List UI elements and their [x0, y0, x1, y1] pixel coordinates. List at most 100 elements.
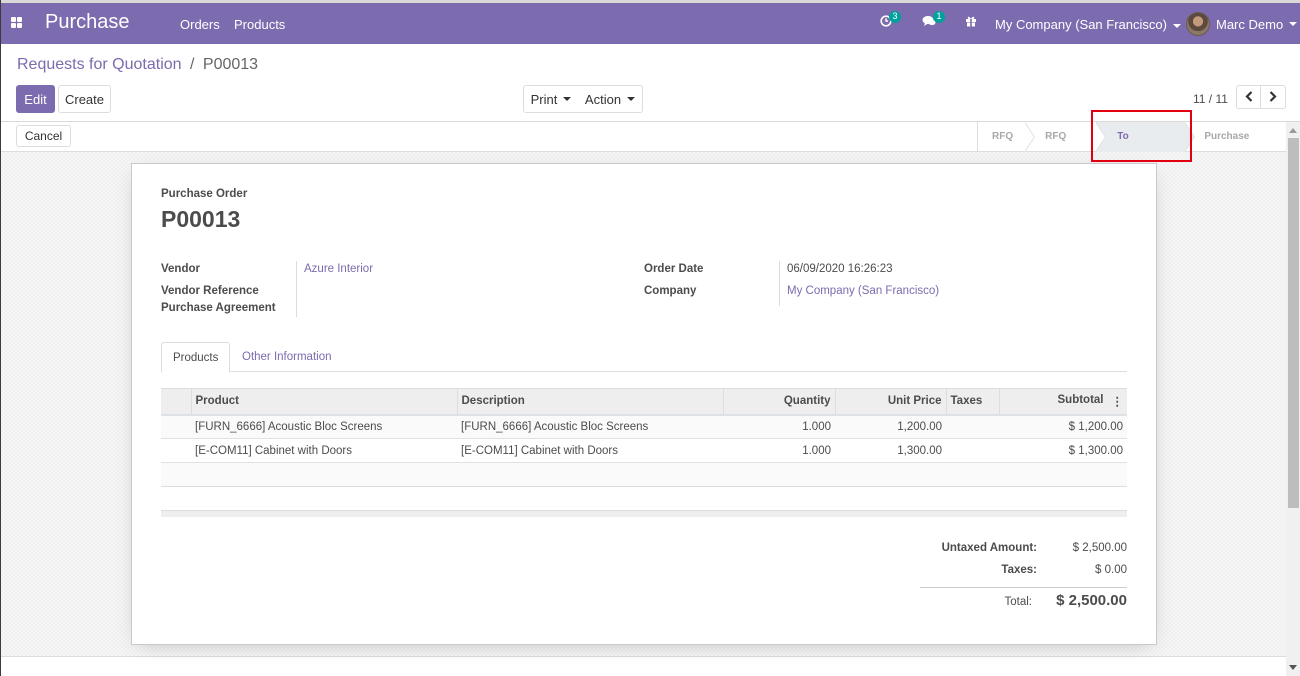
caret-down-icon [1289, 22, 1298, 26]
gift-button[interactable] [965, 14, 977, 30]
cell-unit-price: 1,200.00 [835, 414, 946, 439]
cell-product: [FURN_6666] Acoustic Bloc Screens [191, 414, 457, 439]
caret-down-icon [1172, 23, 1181, 28]
pager-value[interactable]: 11 / 11 [1193, 92, 1228, 106]
totals-divider [920, 587, 1127, 588]
empty-cell [161, 462, 1127, 487]
pager-previous-button[interactable] [1236, 85, 1261, 109]
order-lines-table: Product Description Quantity Unit Price … [161, 388, 1127, 487]
cell-quantity: 1.000 [723, 414, 835, 439]
column-header-description[interactable]: Description [456, 388, 723, 416]
field-separator [296, 261, 297, 317]
messages-badge: 1 [933, 11, 945, 23]
company-switcher[interactable]: My Company (San Francisco) [995, 17, 1181, 32]
vendor-label: Vendor [161, 263, 200, 275]
column-header-taxes[interactable]: Taxes [945, 388, 999, 416]
print-dropdown[interactable]: Print [523, 85, 579, 113]
taxes-row: Taxes: $ 0.00 [920, 564, 1127, 586]
tab-products[interactable]: Products [161, 342, 231, 373]
edit-button[interactable]: Edit [16, 85, 55, 113]
table-header-row: Product Description Quantity Unit Price … [161, 388, 1127, 416]
order-date-label: Order Date [644, 263, 704, 275]
breadcrumb-parent[interactable]: Requests for Quotation [17, 56, 182, 73]
action-label: Action [584, 91, 622, 107]
cell-unit-price: 1,300.00 [835, 438, 946, 463]
table-row[interactable]: [E-COM11] Cabinet with Doors [E-COM11] C… [161, 438, 1127, 463]
breadcrumb: Requests for Quotation / P00013 [17, 56, 258, 74]
optional-columns-icon[interactable]: ⋮ [1112, 394, 1124, 408]
purchase-agreement-label: Purchase Agreement [161, 302, 276, 314]
field-separator [779, 261, 780, 306]
activity-badge: 3 [889, 11, 901, 23]
menu-products[interactable]: Products [234, 17, 285, 32]
messages-button[interactable]: 1 [922, 11, 945, 30]
column-header-subtotal[interactable]: Subtotal ⋮ [998, 388, 1127, 416]
notebook-tabs: Products Other Information [161, 342, 1127, 373]
row-handle [161, 438, 191, 463]
action-dropdown[interactable]: Action [578, 85, 643, 113]
breadcrumb-current: P00013 [202, 56, 259, 73]
form-sheet: Purchase Order P00013 Vendor Azure Inter… [131, 163, 1157, 645]
vendor-link[interactable]: Azure Interior [304, 263, 373, 275]
table-row[interactable]: [FURN_6666] Acoustic Bloc Screens [FURN_… [161, 414, 1127, 439]
cell-description: [E-COM11] Cabinet with Doors [457, 438, 723, 463]
form-view: Purchase Order P00013 Vendor Azure Inter… [1, 152, 1286, 657]
print-label: Print [530, 91, 558, 107]
pager-next-button[interactable] [1260, 85, 1286, 109]
scroll-up-arrow-icon[interactable] [1289, 128, 1297, 133]
order-date-field[interactable]: 06/09/2020 16:26:23 [787, 263, 893, 275]
order-totals: Untaxed Amount: $ 2,500.00 Taxes: $ 0.00… [920, 542, 1127, 614]
form-statusbar: Cancel RFQ RFQ Sent To Approve Purchase … [1, 122, 1286, 172]
empty-row [161, 462, 1127, 487]
chevron-left-icon [1244, 89, 1253, 106]
total-label: Total: [1004, 596, 1033, 608]
status-step-rfq-sent[interactable]: RFQ Sent [1025, 122, 1107, 172]
app-name: Purchase [45, 11, 130, 33]
purchase-agreement-field[interactable] [304, 302, 604, 316]
gift-icon [965, 14, 977, 30]
total-row: Total: $ 2,500.00 [920, 592, 1128, 614]
handle-column-header [161, 388, 191, 416]
untaxed-amount-row: Untaxed Amount: $ 2,500.00 [920, 542, 1127, 564]
scroll-down-arrow-icon[interactable] [1289, 665, 1297, 670]
user-menu[interactable]: Marc Demo [1186, 12, 1298, 36]
vendor-reference-label: Vendor Reference [161, 285, 259, 297]
company-field[interactable]: My Company (San Francisco) [787, 285, 939, 297]
company-name: My Company (San Francisco) [995, 17, 1167, 32]
cell-quantity: 1.000 [723, 438, 835, 463]
status-step-rfq[interactable]: RFQ [978, 122, 1036, 152]
user-name: Marc Demo [1216, 16, 1284, 32]
apps-menu-icon[interactable] [11, 17, 23, 29]
cell-taxes [946, 438, 999, 463]
company-link[interactable]: My Company (San Francisco) [787, 285, 939, 297]
status-steps: RFQ RFQ Sent To Approve Purchase Order [977, 122, 1286, 172]
table-footer [161, 510, 1127, 517]
chevron-right-icon [1269, 89, 1277, 106]
caret-down-icon [563, 97, 572, 101]
taxes-label: Taxes: [1001, 564, 1037, 576]
vertical-scrollbar[interactable] [1286, 122, 1300, 676]
menu-orders[interactable]: Orders [180, 17, 220, 32]
status-step-to-approve[interactable]: To Approve [1096, 122, 1196, 172]
vendor-field[interactable]: Azure Interior [304, 263, 373, 275]
column-header-quantity[interactable]: Quantity [722, 388, 835, 416]
row-handle [161, 414, 191, 439]
status-step-purchase-order[interactable]: Purchase Order [1185, 122, 1286, 172]
scrollbar-thumb[interactable] [1288, 138, 1299, 508]
column-header-product[interactable]: Product [190, 388, 457, 416]
activity-button[interactable]: 3 [880, 11, 901, 30]
cell-subtotal: $ 1,200.00 [999, 414, 1127, 439]
company-label: Company [644, 285, 697, 297]
document-name: P00013 [161, 206, 241, 232]
column-header-unit-price[interactable]: Unit Price [834, 388, 946, 416]
cancel-button[interactable]: Cancel [16, 125, 71, 147]
tab-other-information[interactable]: Other Information [231, 342, 342, 373]
cell-subtotal: $ 1,300.00 [999, 438, 1127, 463]
total-value: $ 2,500.00 [1056, 592, 1127, 609]
untaxed-amount-label: Untaxed Amount: [941, 542, 1037, 554]
cell-product: [E-COM11] Cabinet with Doors [191, 438, 457, 463]
breadcrumb-separator: / [190, 56, 195, 73]
subtotal-header-label: Subtotal [1057, 394, 1104, 407]
create-button[interactable]: Create [58, 85, 111, 113]
vendor-reference-field[interactable] [304, 285, 604, 299]
